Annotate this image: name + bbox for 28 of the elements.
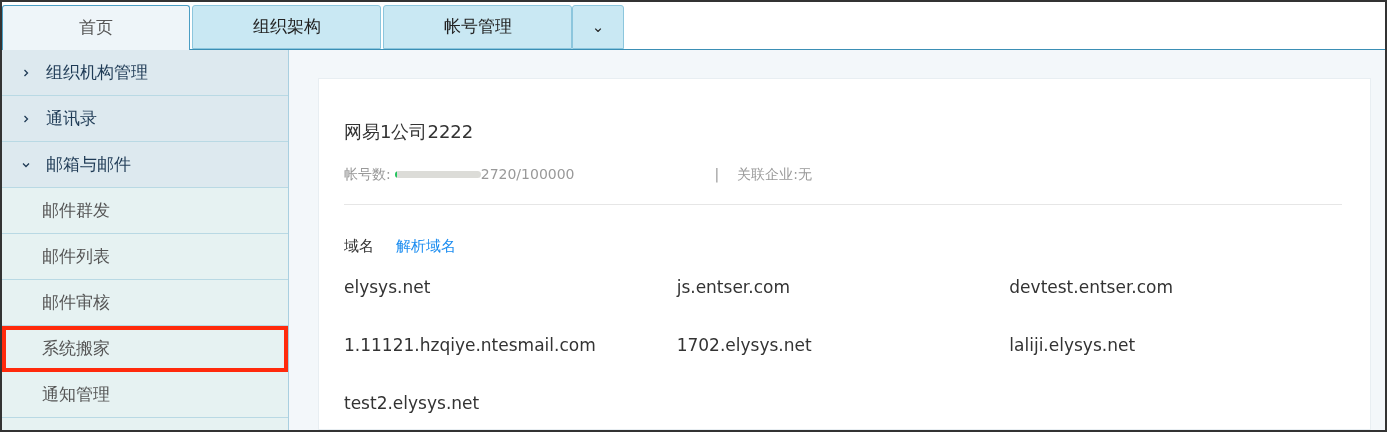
sidebar-item[interactable]: 系统搬家 [2, 326, 288, 372]
chevron-icon [22, 160, 30, 169]
chevron-icon [22, 114, 30, 123]
domain-name: devtest.entser.com [1009, 277, 1174, 297]
account-count: 2720/100000 [480, 165, 575, 184]
domain-name: 1702.elysys.net [676, 335, 812, 355]
sidebar-item-label: 组织机构管理 [46, 60, 148, 84]
tab[interactable]: 首页 [2, 5, 190, 50]
account-count-label: 帐号数: [344, 165, 391, 184]
sidebar-item-label: 邮箱与邮件 [46, 152, 131, 176]
sidebar-item[interactable]: 通讯录 [2, 96, 288, 142]
company-name: 网易1公司2222 [344, 120, 475, 144]
sidebar-item[interactable]: 邮箱与邮件 [2, 142, 288, 188]
chevron-icon [22, 68, 30, 77]
domain-name: js.entser.com [676, 277, 790, 297]
domain-name: laliji.elysys.net [1009, 335, 1136, 355]
domain-name: elysys.net [344, 277, 431, 297]
resolve-domain-link[interactable]: 解析域名 [396, 235, 456, 257]
separator: | [714, 165, 720, 184]
sidebar-item-label: 通讯录 [46, 106, 97, 130]
tab[interactable]: 组织架构 [192, 5, 381, 49]
sidebar-item[interactable]: 组织机构管理 [2, 50, 288, 96]
linked-company: 关联企业:无 [737, 165, 812, 184]
domain-name: test2.elysys.net [344, 393, 480, 413]
tab-dropdown-button[interactable]: ⌄ [572, 5, 624, 49]
tab[interactable]: 帐号管理 [383, 5, 572, 49]
domain-label: 域名 [344, 236, 374, 257]
domain-name: 1.11121.hzqiye.ntesmail.com [344, 335, 596, 355]
